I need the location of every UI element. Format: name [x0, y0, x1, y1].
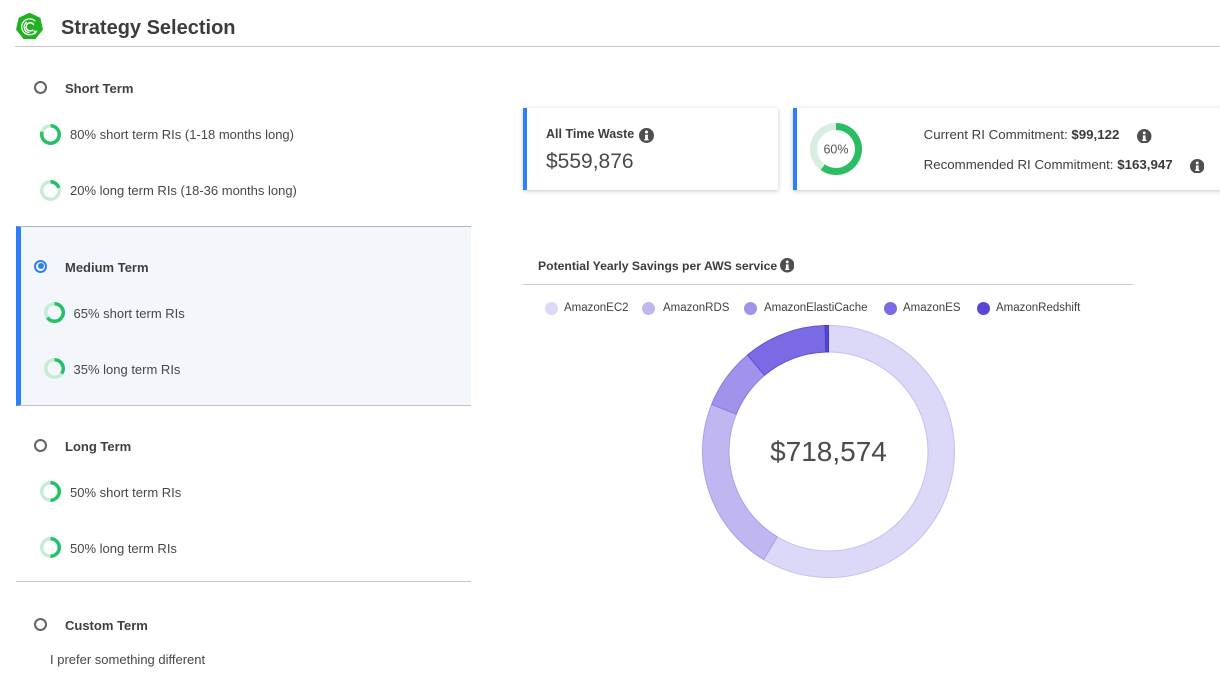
svg-text:60%: 60%: [823, 143, 848, 157]
